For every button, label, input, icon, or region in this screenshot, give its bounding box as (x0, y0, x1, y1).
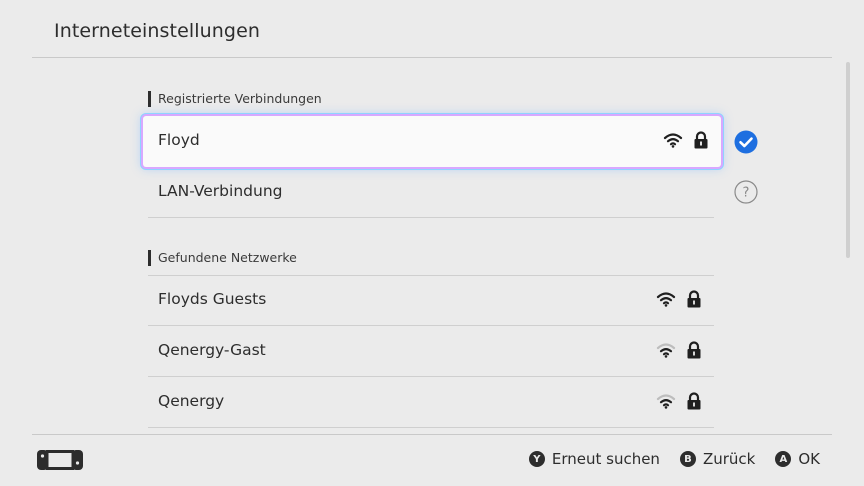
lock-icon (687, 341, 701, 359)
lock-icon (694, 131, 708, 149)
scrollbar[interactable] (846, 62, 850, 258)
row-divider (148, 217, 714, 218)
network-name: Qenergy-Gast (158, 341, 266, 359)
network-row-floyds-guests[interactable]: Floyds Guests (148, 275, 714, 326)
network-name: Floyd (158, 131, 200, 149)
ok-label: OK (798, 450, 820, 468)
section-label-registered: Registrierte Verbindungen (148, 91, 322, 107)
page-title: Interneteinstellungen (54, 20, 261, 42)
row-divider (148, 275, 714, 276)
back-button[interactable]: B Zurück (679, 450, 756, 468)
b-button-icon: B (679, 451, 696, 467)
row-divider (148, 427, 714, 428)
section-marker (148, 91, 151, 107)
wifi-icon (656, 394, 676, 409)
rescan-button[interactable]: Y Erneut suchen (528, 450, 660, 468)
check-circle-icon (734, 130, 758, 154)
network-row-qenergy-gast[interactable]: Qenergy-Gast (148, 326, 714, 377)
back-label: Zurück (702, 450, 756, 468)
network-name: Qenergy (158, 392, 225, 410)
section-marker (148, 250, 151, 266)
network-row-floyd[interactable]: Floyd (143, 116, 721, 167)
lock-icon (687, 392, 701, 410)
y-button-icon: Y (528, 451, 545, 467)
footer-divider (32, 434, 832, 435)
help-circle-icon[interactable]: ? (734, 180, 758, 204)
header-divider (32, 57, 832, 58)
network-name: LAN-Verbindung (158, 182, 283, 200)
svg-text:?: ? (743, 186, 750, 201)
network-row-lan[interactable]: LAN-Verbindung (148, 167, 714, 218)
network-row-qenergy[interactable]: Qenergy (148, 377, 714, 428)
wifi-icon (663, 133, 683, 148)
footer-actions: Y Erneut suchen B Zurück A OK (509, 450, 820, 468)
section-label-found: Gefundene Netzwerke (148, 250, 297, 266)
network-name: Floyds Guests (158, 290, 267, 308)
wifi-icon (656, 343, 676, 358)
lock-icon (687, 290, 701, 308)
a-button-icon: A (775, 451, 792, 467)
header: Interneteinstellungen (0, 0, 864, 58)
ok-button[interactable]: A OK (775, 450, 820, 468)
console-icon (37, 450, 83, 470)
wifi-icon (656, 292, 676, 307)
rescan-label: Erneut suchen (551, 450, 660, 468)
